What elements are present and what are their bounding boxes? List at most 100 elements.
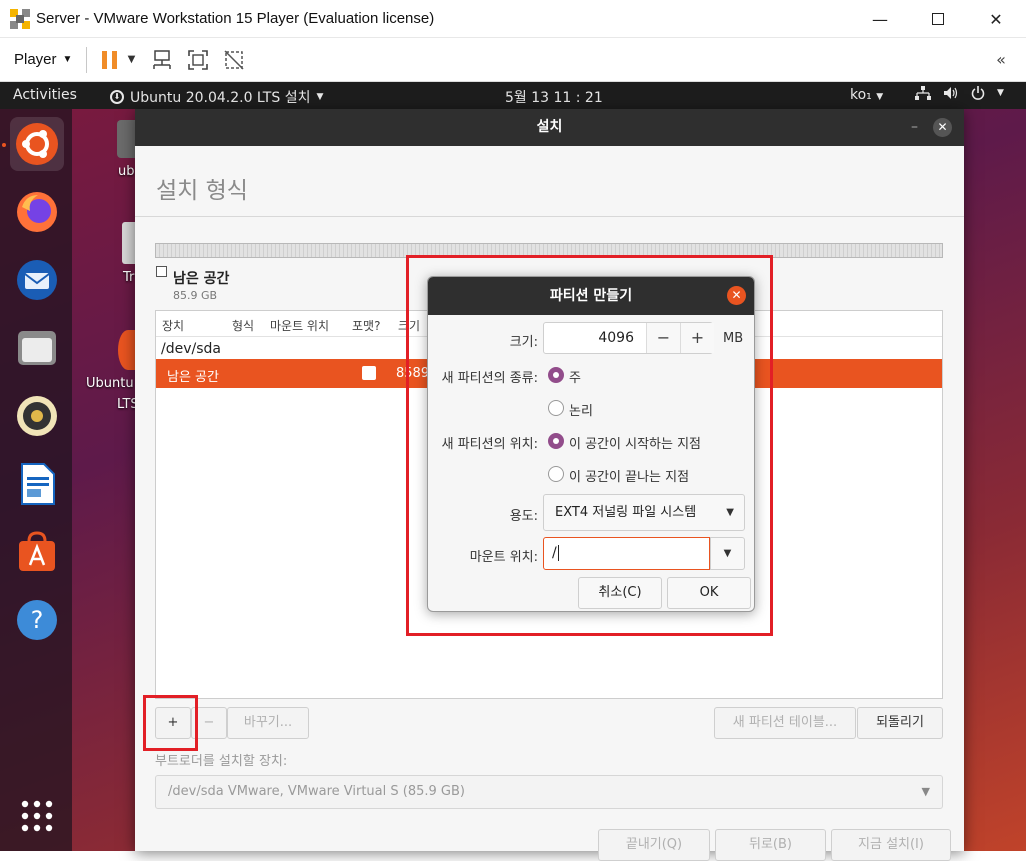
column-header-mount[interactable]: 마운트 위치: [270, 317, 329, 334]
keyboard-layout-label: ko₁: [850, 87, 872, 103]
add-partition-button[interactable]: +: [155, 707, 191, 739]
dropdown-arrow-icon: ▼: [316, 92, 324, 102]
bootloader-select[interactable]: /dev/sda VMware, VMware Virtual S (85.9 …: [155, 775, 943, 809]
app-menu[interactable]: ⬇ Ubuntu 20.04.2.0 LTS 설치 ▼: [110, 87, 323, 107]
cancel-button[interactable]: 취소(C): [578, 577, 662, 609]
maximize-button[interactable]: [909, 0, 967, 38]
close-button[interactable]: ✕: [933, 118, 952, 137]
dock-firefox[interactable]: [10, 185, 64, 239]
toolbar-separator: [86, 46, 88, 73]
new-partition-table-button[interactable]: 새 파티션 테이블...: [714, 707, 856, 739]
minimize-button[interactable]: –: [911, 109, 918, 146]
dock: ?: [0, 109, 72, 851]
quit-button[interactable]: 끝내기(Q): [598, 829, 710, 861]
pause-button[interactable]: [99, 49, 121, 71]
unity-button[interactable]: [223, 49, 245, 71]
desktop-label: Ubuntu: [86, 376, 134, 391]
firefox-icon: [17, 192, 57, 232]
dock-rhythmbox[interactable]: [10, 389, 64, 443]
dropdown-arrow-icon: ▼: [723, 548, 732, 559]
double-chevron-left-icon: «: [996, 50, 1006, 69]
maximize-icon: [932, 13, 944, 25]
size-label: 크기:: [509, 335, 538, 350]
player-menu[interactable]: Player ▼: [14, 51, 72, 68]
minimize-button[interactable]: —: [851, 0, 909, 38]
dock-installer-app[interactable]: [10, 117, 64, 171]
close-icon: ✕: [731, 288, 742, 302]
pause-dropdown-button[interactable]: ▼: [125, 49, 137, 71]
radio-primary-label[interactable]: 주: [569, 367, 581, 386]
app-menu-label: Ubuntu 20.04.2.0 LTS 설치: [130, 90, 311, 106]
network-icon: [915, 86, 931, 100]
install-now-button[interactable]: 지금 설치(I): [831, 829, 951, 861]
free-space-label: 남은 공간: [173, 271, 230, 287]
dialog-close-button[interactable]: ✕: [727, 286, 746, 305]
vmware-titlebar: Server - VMware Workstation 15 Player (E…: [0, 0, 1026, 38]
change-partition-button[interactable]: 바꾸기...: [227, 707, 309, 739]
back-button[interactable]: 뒤로(B): [715, 829, 826, 861]
ubuntu-installer-icon: [16, 123, 58, 165]
send-ctrl-alt-del-button[interactable]: [151, 49, 173, 71]
column-header-device[interactable]: 장치: [162, 317, 184, 334]
minus-icon: −: [656, 328, 671, 347]
window-title: Server - VMware Workstation 15 Player (E…: [36, 10, 435, 27]
device-row[interactable]: /dev/sda: [161, 341, 221, 357]
dock-thunderbird[interactable]: [10, 253, 64, 307]
rhythmbox-icon: [17, 396, 57, 436]
thunderbird-icon: [17, 260, 57, 300]
dock-help[interactable]: ?: [10, 593, 64, 647]
radio-location-beginning-label[interactable]: 이 공간이 시작하는 지점: [569, 433, 701, 452]
dialog-titlebar: 파티션 만들기 ✕: [428, 277, 754, 315]
software-bag-icon: [19, 531, 55, 571]
dropdown-arrow-icon: ▼: [62, 54, 73, 65]
decrement-button[interactable]: −: [646, 323, 680, 353]
dock-software[interactable]: [10, 525, 64, 579]
ubuntu-top-bar: Activities ⬇ Ubuntu 20.04.2.0 LTS 설치 ▼ 5…: [0, 82, 1026, 109]
dropdown-arrow-icon: ▼: [876, 92, 884, 102]
radio-primary[interactable]: [548, 367, 564, 383]
activities-button[interactable]: Activities: [13, 87, 77, 103]
dropdown-arrow-icon: ▼: [127, 54, 136, 65]
dropdown-arrow-icon: ▼: [921, 785, 930, 798]
radio-location-beginning[interactable]: [548, 433, 564, 449]
radio-logical-label[interactable]: 논리: [569, 400, 593, 419]
system-menu[interactable]: ▼: [915, 86, 1004, 100]
fullscreen-button[interactable]: [187, 49, 209, 71]
clock[interactable]: 5월 13 11 : 21: [505, 87, 603, 107]
dock-libreoffice-writer[interactable]: [10, 457, 64, 511]
partition-type-label: 새 파티션의 종류:: [441, 371, 538, 386]
network-computer-icon: [153, 49, 172, 69]
player-menu-label: Player: [14, 51, 57, 68]
ok-button[interactable]: OK: [667, 577, 751, 609]
radio-location-end[interactable]: [548, 466, 564, 482]
format-checkbox[interactable]: [362, 366, 376, 380]
show-applications-button[interactable]: [10, 789, 64, 843]
row-name: 남은 공간: [167, 370, 219, 385]
dock-files[interactable]: [10, 321, 64, 375]
size-stepper[interactable]: 4096 − +: [543, 322, 714, 354]
page-title: 설치 형식: [156, 178, 248, 204]
close-button[interactable]: ✕: [967, 0, 1025, 38]
free-space-size: 85.9 GB: [173, 289, 218, 302]
remove-partition-button[interactable]: −: [191, 707, 227, 739]
vmware-logo-icon: [10, 8, 30, 29]
bootloader-label: 부트로더를 설치할 장치:: [155, 754, 288, 769]
column-header-size[interactable]: 크기: [398, 317, 420, 334]
collapse-toolbar-button[interactable]: «: [990, 49, 1012, 71]
keyboard-layout-indicator[interactable]: ko₁ ▼: [850, 87, 883, 103]
mount-point-input[interactable]: /: [543, 537, 710, 570]
bootloader-value: /dev/sda VMware, VMware Virtual S (85.9 …: [168, 784, 465, 799]
revert-button[interactable]: 되돌리기: [857, 707, 943, 739]
close-icon: ✕: [989, 9, 1003, 29]
column-header-format[interactable]: 포맷?: [352, 317, 380, 334]
radio-location-end-label[interactable]: 이 공간이 끝나는 지점: [569, 466, 689, 485]
radio-logical[interactable]: [548, 400, 564, 416]
use-as-select[interactable]: EXT4 저널링 파일 시스템 ▼: [543, 494, 745, 531]
increment-button[interactable]: +: [680, 323, 714, 353]
mount-point-label: 마운트 위치:: [469, 550, 538, 565]
use-as-label: 용도:: [509, 509, 538, 524]
size-input[interactable]: 4096: [544, 323, 648, 353]
column-header-type[interactable]: 형식: [232, 317, 254, 334]
mount-point-dropdown-button[interactable]: ▼: [710, 537, 745, 570]
plus-icon: +: [690, 328, 705, 347]
